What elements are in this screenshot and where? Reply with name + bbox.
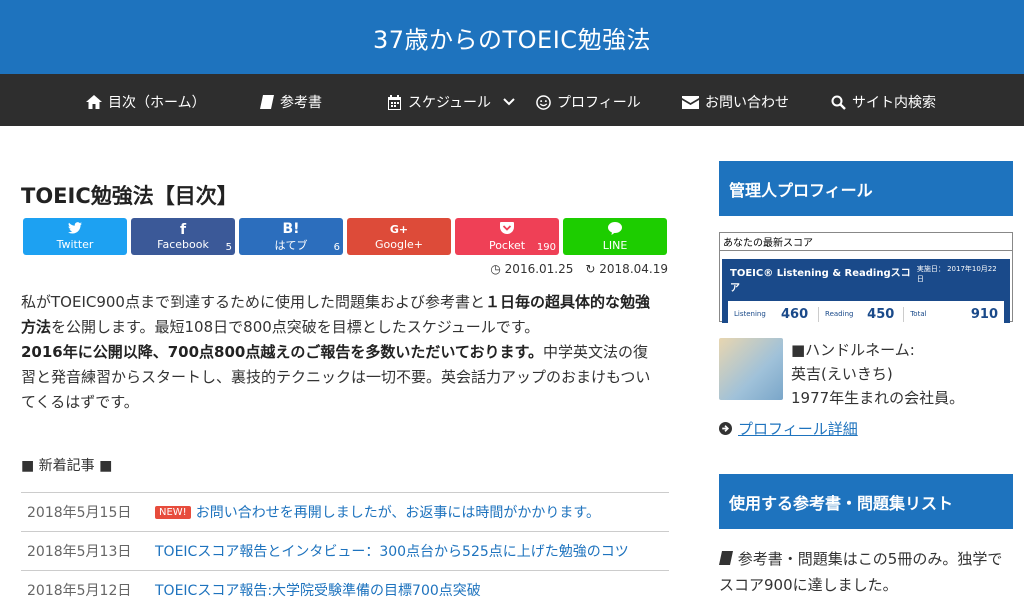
- share-label: Facebook: [157, 238, 209, 251]
- book-icon: [719, 551, 733, 565]
- nav-label: サイト内検索: [852, 95, 936, 111]
- news-link[interactable]: TOEICスコア報告とインタビュー：300点台から525点に上げた勉強のコツ: [155, 541, 629, 561]
- updated-date: ↻ 2018.04.19: [585, 262, 668, 276]
- reading-label: Reading: [825, 310, 854, 318]
- profile-bio: 1977年生まれの会社員。: [791, 389, 965, 407]
- chevron-down-icon: [503, 98, 515, 106]
- share-label: はてブ: [274, 238, 308, 252]
- share-count: 5: [225, 242, 232, 253]
- site-title[interactable]: 37歳からのTOEIC勉強法: [373, 20, 651, 55]
- share-line-button[interactable]: LINE: [563, 218, 667, 255]
- nav-label: プロフィール: [557, 95, 641, 111]
- books-heading: 使用する参考書・問題集リスト: [719, 474, 1013, 529]
- score-title: TOEIC® Listening & Readingスコア: [730, 268, 911, 294]
- score-date: 実施日： 2017年10月22日: [916, 265, 997, 283]
- profile-handle: 英吉(えいきち): [791, 365, 893, 383]
- new-badge: NEW!: [155, 505, 191, 519]
- twitter-icon: [68, 222, 82, 238]
- news-date: 2018年5月12日: [27, 583, 132, 599]
- share-hatena-button[interactable]: B! はてブ 6: [239, 218, 343, 255]
- score-card-header: TOEIC® Listening & Readingスコア 実施日： 2017年…: [722, 259, 1010, 299]
- books-text-2: スコア900に達しました。: [719, 576, 898, 594]
- score-caption: あなたの最新スコア: [720, 233, 1012, 251]
- list-item: 2018年5月13日 TOEICスコア報告とインタビュー：300点台から525点…: [21, 531, 669, 570]
- books-text: 参考書・問題集はこの5冊のみ。独学で スコア900に達しました。: [719, 546, 1019, 598]
- facebook-icon: f: [179, 222, 187, 238]
- books-text-1: 参考書・問題集はこの5冊のみ。独学で: [737, 550, 1003, 568]
- share-count: 190: [536, 242, 556, 253]
- news-date: 2018年5月15日: [27, 505, 132, 521]
- share-googleplus-button[interactable]: G+ Google+: [347, 218, 451, 255]
- post-dates: ◷ 2016.01.25 ↻ 2018.04.19: [490, 262, 668, 276]
- avatar: [719, 338, 783, 400]
- share-label: LINE: [602, 238, 628, 252]
- nav-item-search[interactable]: サイト内検索: [831, 92, 936, 112]
- news-date: 2018年5月13日: [27, 544, 132, 560]
- nav-item-home[interactable]: 目次（ホーム）: [86, 92, 206, 112]
- nav-item-contact[interactable]: お問い合わせ: [682, 92, 789, 112]
- total-score: 910: [970, 306, 999, 322]
- arrow-circle-right-icon: [719, 422, 732, 435]
- clock-icon: ◷: [490, 262, 501, 276]
- total-label: Total: [910, 310, 927, 318]
- list-item: 2018年5月12日 TOEICスコア報告:大学院受験準備の目標700点突破: [21, 570, 669, 609]
- intro-bold-2: 2016年に公開以降、700点800点越えのご報告を多数いただいております。: [21, 343, 543, 361]
- calendar-icon: [388, 94, 401, 110]
- book-icon: [260, 95, 274, 109]
- nav-label: お問い合わせ: [705, 95, 789, 111]
- share-label: Pocket: [488, 238, 526, 252]
- pocket-icon: [500, 221, 514, 239]
- list-item: 2018年5月15日 NEW! お問い合わせを再開しましたが、お返事には時間がか…: [21, 492, 669, 531]
- nav-label: 目次（ホーム）: [108, 95, 206, 111]
- line-icon: [608, 221, 622, 239]
- page-title: TOEIC勉強法【目次】: [21, 184, 238, 208]
- googleplus-icon: G+: [389, 223, 409, 236]
- intro-text: 私がTOEIC900点まで到達するために使用した問題集および参考書と１日毎の超具…: [21, 290, 661, 415]
- share-facebook-button[interactable]: f Facebook 5: [131, 218, 235, 255]
- profile-detail-link[interactable]: プロフィール詳細: [738, 418, 858, 439]
- profile-text: ■ハンドルネーム: 英吉(えいきち) 1977年生まれの会社員。: [791, 338, 964, 410]
- profile-heading: 管理人プロフィール: [719, 161, 1013, 216]
- news-heading: ■ 新着記事 ■: [21, 458, 113, 474]
- refresh-icon: ↻: [585, 262, 596, 276]
- search-icon: [831, 95, 846, 110]
- smile-icon: [536, 94, 551, 110]
- share-twitter-button[interactable]: Twitter: [23, 218, 127, 255]
- site-header: 37歳からのTOEIC勉強法: [0, 0, 1024, 74]
- news-list: 2018年5月15日 NEW! お問い合わせを再開しましたが、お返事には時間がか…: [21, 492, 669, 609]
- score-card: TOEIC® Listening & Readingスコア 実施日： 2017年…: [722, 259, 1010, 327]
- intro-text-1: 私がTOEIC900点まで到達するために使用した問題集および参考書と: [21, 293, 485, 311]
- news-link[interactable]: TOEICスコア報告:大学院受験準備の目標700点突破: [155, 580, 481, 600]
- nav-item-profile[interactable]: プロフィール: [536, 92, 641, 112]
- share-pocket-button[interactable]: Pocket 190: [455, 218, 559, 255]
- reading-score: 450: [858, 306, 905, 322]
- profile-handle-label: ■ハンドルネーム:: [791, 341, 915, 359]
- nav-item-books[interactable]: 参考書: [260, 92, 322, 112]
- score-widget: あなたの最新スコア TOEIC® Listening & Readingスコア …: [719, 232, 1013, 327]
- nav-label: スケジュール: [408, 95, 492, 111]
- profile-link[interactable]: プロフィール詳細: [719, 418, 858, 439]
- mail-icon: [682, 95, 699, 109]
- share-label: Twitter: [56, 238, 94, 251]
- score-values: Listening 460 Reading 450 Total 910: [728, 301, 1004, 327]
- listening-score: 460: [771, 306, 820, 322]
- published-date: ◷ 2016.01.25: [490, 262, 573, 276]
- news-link[interactable]: お問い合わせを再開しましたが、お返事には時間がかかります。: [196, 502, 600, 522]
- intro-text-2: を公開します。最短108日で800点突破を目標としたスケジュールです。: [51, 318, 540, 336]
- hatena-icon: B!: [282, 220, 300, 237]
- listening-label: Listening: [734, 310, 766, 318]
- nav-item-schedule[interactable]: スケジュール: [387, 92, 515, 112]
- share-label: Google+: [374, 238, 423, 251]
- nav-label: 参考書: [280, 95, 322, 111]
- home-icon: [86, 95, 102, 109]
- published-value: 2016.01.25: [504, 262, 574, 276]
- share-count: 6: [333, 242, 340, 253]
- updated-value: 2018.04.19: [599, 262, 668, 276]
